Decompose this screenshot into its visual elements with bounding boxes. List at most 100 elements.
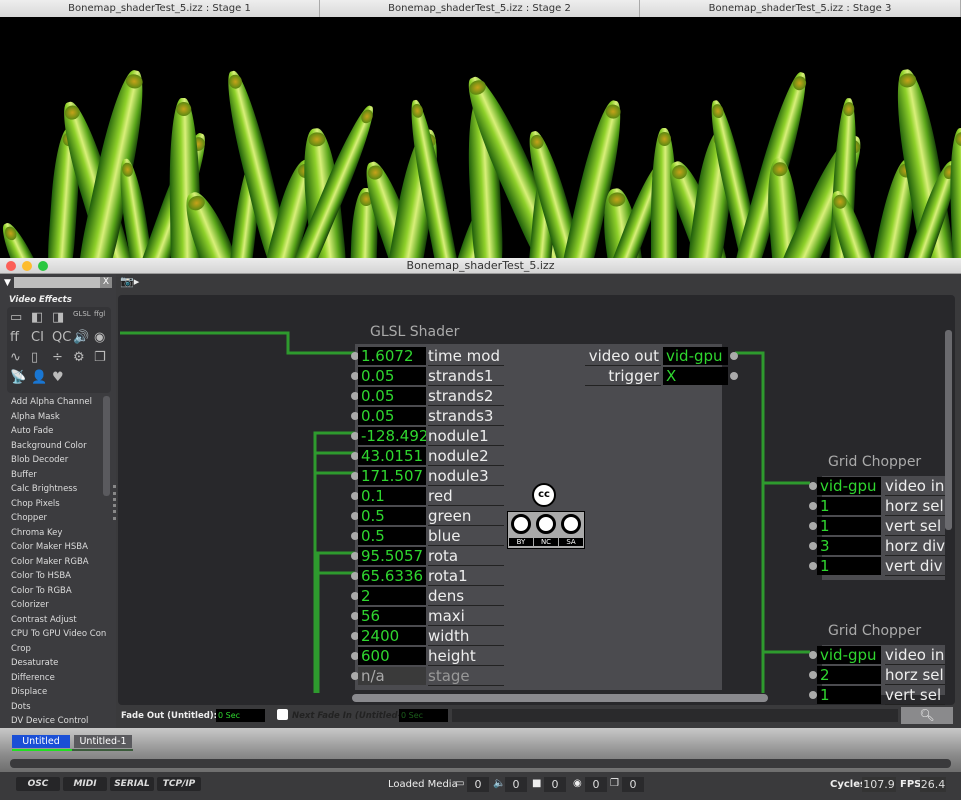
input-label: nodule1 (428, 427, 504, 446)
media-count: 0 (622, 777, 644, 792)
media-count: 0 (585, 777, 607, 792)
input-value-field[interactable]: -128.492 (358, 427, 426, 445)
input-value-field[interactable]: vid-gpu (817, 477, 881, 495)
input-value-field[interactable]: 0.5 (358, 507, 426, 525)
input-value-field[interactable]: 95.5057 (358, 547, 426, 565)
input-port[interactable] (809, 502, 817, 510)
media-type-icon: ■ (532, 778, 542, 789)
input-value-field[interactable]: 65.6336 (358, 567, 426, 585)
input-value-field[interactable]: 0.05 (358, 407, 426, 425)
midi-button[interactable]: MIDI (63, 777, 107, 791)
input-label: nodule3 (428, 467, 504, 486)
next-fade-label: Next Fade In (Untitled-1): (292, 711, 415, 721)
output-label: trigger (585, 367, 661, 386)
input-value-field[interactable]: 1 (817, 517, 881, 535)
input-port[interactable] (809, 671, 817, 679)
media-type-icon: ▭ (455, 778, 465, 789)
output-value-field[interactable]: X (663, 367, 728, 385)
fade-out-label: Fade Out (Untitled): (121, 711, 218, 721)
output-label: video out (585, 347, 661, 366)
input-label: strands1 (428, 367, 504, 386)
media-count: 0 (544, 777, 566, 792)
next-fade-field[interactable]: 0 Sec (399, 709, 448, 722)
license-nc: NC (534, 538, 558, 546)
zoom-controls: 🔍︎ (901, 707, 953, 724)
input-label: maxi (428, 607, 504, 626)
next-fade-checkbox[interactable] (277, 709, 288, 720)
input-value-field[interactable]: 0.1 (358, 487, 426, 505)
license-sa-icon (561, 514, 581, 534)
wire (313, 431, 355, 693)
wire (735, 351, 810, 693)
input-value-field[interactable]: 43.0151 (358, 447, 426, 465)
input-value-field[interactable]: vid-gpu (817, 646, 881, 664)
input-value-field[interactable]: 1.6072 (358, 347, 426, 365)
loaded-media-label: Loaded Media (388, 779, 458, 790)
input-label: vert sel (885, 517, 945, 536)
input-value-field[interactable]: 0.05 (358, 387, 426, 405)
input-value-field[interactable]: 600 (358, 647, 426, 665)
media-type-icon: 🔈 (493, 778, 506, 789)
canvas-vertical-scrollbar[interactable] (945, 330, 952, 530)
input-label: video in (885, 477, 945, 496)
input-value-field[interactable]: 0.5 (358, 527, 426, 545)
input-label: horz sel (885, 666, 945, 685)
input-value-field[interactable]: 3 (817, 537, 881, 555)
input-label: blue (428, 527, 504, 546)
wire (316, 551, 355, 693)
serial-button[interactable]: SERIAL (110, 777, 154, 791)
media-count: 0 (505, 777, 527, 792)
input-value-field[interactable]: 0.05 (358, 367, 426, 385)
input-port[interactable] (809, 542, 817, 550)
input-label: height (428, 647, 504, 666)
input-value-field[interactable]: 2400 (358, 627, 426, 645)
input-value-field[interactable]: n/a (358, 667, 426, 685)
scene-tab[interactable]: Untitled (12, 735, 70, 748)
input-value-field[interactable]: 2 (817, 666, 881, 684)
node-title: GLSL Shader (370, 324, 460, 340)
input-value-field[interactable]: 1 (817, 497, 881, 515)
scene-active-indicator (12, 749, 72, 751)
fps-label: FPS (900, 779, 922, 790)
license-by-icon (511, 514, 531, 534)
license-by: BY (509, 538, 533, 546)
input-label: vert sel (885, 686, 945, 705)
input-value-field[interactable]: 1 (817, 686, 881, 704)
fade-out-field[interactable]: 0 Sec (216, 709, 265, 722)
input-port[interactable] (809, 482, 817, 490)
input-label: rota (428, 547, 504, 566)
input-label: red (428, 487, 504, 506)
output-port[interactable] (730, 372, 738, 380)
zoom-out-icon[interactable]: 🔍︎ (919, 708, 934, 722)
cycles-label: Cycles (830, 779, 866, 790)
input-port[interactable] (809, 562, 817, 570)
wire (120, 331, 355, 355)
input-label: width (428, 627, 504, 646)
input-port[interactable] (809, 691, 817, 699)
input-label: strands3 (428, 407, 504, 426)
input-value-field[interactable]: 2 (358, 587, 426, 605)
output-value-field[interactable]: vid-gpu (663, 347, 728, 365)
cc-logo: cc (532, 483, 556, 507)
input-label: rota1 (428, 567, 504, 586)
media-type-icon: ❐ (610, 778, 619, 789)
input-value-field[interactable]: 56 (358, 607, 426, 625)
license-nc-icon (536, 514, 556, 534)
input-port[interactable] (809, 651, 817, 659)
fade-progress (452, 709, 898, 722)
scene-tab[interactable]: Untitled-1 (74, 735, 132, 748)
node-title: Grid Chopper (828, 454, 922, 470)
scene-scroll-track[interactable] (10, 759, 951, 768)
input-value-field[interactable]: 1 (817, 557, 881, 575)
input-label: time mod (428, 347, 504, 366)
fps-value: 26.4 (920, 777, 946, 792)
tcpip-button[interactable]: TCP/IP (157, 777, 201, 791)
input-label: strands2 (428, 387, 504, 406)
osc-button[interactable]: OSC (16, 777, 60, 791)
license-sa: SA (559, 538, 583, 546)
input-value-field[interactable]: 171.507 (358, 467, 426, 485)
input-port[interactable] (809, 522, 817, 530)
input-label: vert div (885, 557, 945, 576)
canvas-horizontal-scrollbar[interactable] (352, 694, 768, 702)
output-port[interactable] (730, 352, 738, 360)
